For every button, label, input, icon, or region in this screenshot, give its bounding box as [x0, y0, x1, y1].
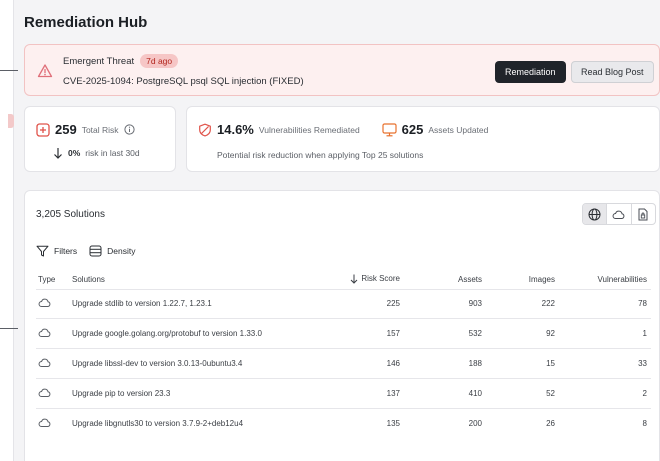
filters-button[interactable]: Filters: [36, 245, 77, 257]
assets-updated-label: Assets Updated: [428, 124, 489, 135]
side-rail: [0, 0, 18, 461]
column-risk-score[interactable]: Risk Score: [320, 271, 400, 289]
assets-updated-value: 625: [401, 122, 424, 137]
risk-score-cell: 225: [320, 288, 400, 319]
assets-cell: 410: [400, 377, 482, 409]
images-cell: 26: [482, 407, 555, 438]
table-row[interactable]: Upgrade stdlib to version 1.22.7, 1.23.1…: [36, 288, 651, 319]
solutions-table-body: Upgrade stdlib to version 1.22.7, 1.23.1…: [36, 288, 651, 438]
view-cloud-button[interactable]: [607, 204, 632, 224]
density-icon: [89, 245, 102, 257]
table-row[interactable]: Upgrade pip to version 23.3 137 410 52 2: [36, 377, 651, 409]
risk-change-label: risk in last 30d: [85, 148, 140, 158]
column-vulnerabilities[interactable]: Vulnerabilities: [555, 271, 651, 289]
solution-cell: Upgrade pip to version 23.3: [72, 377, 320, 409]
emergent-threat-alert: Emergent Threat 7d ago CVE-2025-1094: Po…: [24, 44, 660, 96]
risk-score-cell: 137: [320, 377, 400, 409]
total-risk-value: 259: [55, 122, 77, 137]
monitor-icon: [382, 122, 397, 136]
rail-tick: [0, 70, 18, 71]
cloud-icon: [38, 299, 51, 308]
shield-slash-icon: [199, 123, 211, 136]
images-cell: 15: [482, 348, 555, 379]
alert-description: CVE-2025-1094: PostgreSQL psql SQL injec…: [63, 76, 304, 87]
view-document-button[interactable]: [632, 204, 655, 224]
vulnerabilities-cell: 78: [555, 288, 651, 319]
view-globe-button[interactable]: [583, 204, 608, 224]
view-toggle: [582, 203, 656, 225]
images-cell: 92: [482, 318, 555, 349]
alert-age-badge: 7d ago: [140, 54, 179, 68]
alert-title-row: Emergent Threat 7d ago: [63, 54, 179, 68]
solutions-table: Type Solutions Risk Score Assets Images: [36, 271, 651, 438]
main-content: Remediation Hub Emergent Threat 7d ago C…: [24, 0, 660, 461]
solution-cell: Upgrade stdlib to version 1.22.7, 1.23.1: [72, 288, 320, 319]
risk-score-cell: 146: [320, 348, 400, 379]
column-images[interactable]: Images: [482, 271, 555, 289]
total-risk-row: 259 Total Risk: [36, 122, 135, 137]
alert-title: Emergent Threat: [63, 55, 135, 67]
cloud-icon: [38, 328, 51, 338]
risk-change-value: 0%: [68, 148, 81, 158]
assets-cell: 200: [400, 407, 482, 438]
risk-score-cell: 157: [320, 318, 400, 349]
risk-reduction-note: Potential risk reduction when applying T…: [217, 150, 423, 160]
column-assets[interactable]: Assets: [400, 271, 482, 289]
images-cell: 222: [482, 288, 555, 319]
remediation-summary-card: 14.6% Vulnerabilities Remediated 625 Ass…: [186, 106, 660, 172]
page-title: Remediation Hub: [24, 14, 148, 31]
column-type[interactable]: Type: [36, 271, 72, 289]
risk-plus-icon: [36, 122, 50, 137]
table-toolbar: Filters Density: [36, 245, 135, 257]
images-cell: 52: [482, 377, 555, 409]
vuln-remediated-row: 14.6% Vulnerabilities Remediated 625 Ass…: [198, 122, 488, 137]
vulnerabilities-cell: 33: [555, 348, 651, 379]
cloud-icon: [38, 418, 51, 427]
risk-score-cell: 135: [320, 407, 400, 438]
cloud-icon: [613, 210, 625, 219]
vulnerabilities-cell: 8: [555, 407, 651, 438]
table-row[interactable]: Upgrade libgnutls30 to version 3.7.9-2+d…: [36, 407, 651, 438]
remediation-button[interactable]: Remediation: [495, 61, 566, 83]
assets-cell: 188: [400, 348, 482, 379]
risk-reduction-text: Potential risk reduction when applying T…: [217, 150, 424, 160]
table-row[interactable]: Upgrade google.golang.org/protobuf to ve…: [36, 318, 651, 349]
column-solutions[interactable]: Solutions: [72, 271, 320, 289]
total-risk-card: 259 Total Risk 0% risk in last 30d: [24, 106, 176, 172]
vulnerabilities-cell: 2: [555, 377, 651, 409]
cloud-icon: [38, 388, 51, 397]
solution-cell: Upgrade google.golang.org/protobuf to ve…: [72, 318, 320, 349]
rail-active-marker: [8, 114, 14, 128]
density-button[interactable]: Density: [89, 245, 135, 257]
read-blog-post-button[interactable]: Read Blog Post: [571, 61, 654, 83]
solutions-panel: 3,205 Solutions Filters Density Type Sol…: [24, 190, 660, 461]
document-lock-icon: [638, 208, 648, 220]
assets-cell: 532: [400, 318, 482, 349]
filter-icon: [36, 245, 49, 257]
risk-change-row: 0% risk in last 30d: [53, 147, 140, 159]
arrow-down-icon: [54, 148, 62, 159]
table-row[interactable]: Upgrade libssl-dev to version 3.0.13-0ub…: [36, 348, 651, 379]
solutions-count: 3,205 Solutions: [36, 209, 105, 220]
vuln-remediated-percent: 14.6%: [217, 122, 254, 137]
warning-triangle-icon: [37, 64, 53, 78]
density-label: Density: [107, 246, 136, 256]
rail-tick: [0, 328, 18, 329]
risk-score-label: Risk Score: [361, 274, 400, 284]
total-risk-label: Total Risk: [81, 124, 119, 135]
sort-arrow-down-icon: [350, 274, 358, 284]
globe-icon: [588, 208, 601, 220]
table-header-row: Type Solutions Risk Score Assets Images: [36, 271, 651, 289]
info-icon[interactable]: [123, 124, 135, 135]
assets-cell: 903: [400, 288, 482, 319]
cloud-icon: [38, 358, 51, 367]
solution-cell: Upgrade libssl-dev to version 3.0.13-0ub…: [72, 348, 320, 379]
filters-label: Filters: [54, 246, 78, 256]
solution-cell: Upgrade libgnutls30 to version 3.7.9-2+d…: [72, 407, 320, 438]
vuln-remediated-label: Vulnerabilities Remediated: [258, 124, 360, 135]
vulnerabilities-cell: 1: [555, 318, 651, 349]
